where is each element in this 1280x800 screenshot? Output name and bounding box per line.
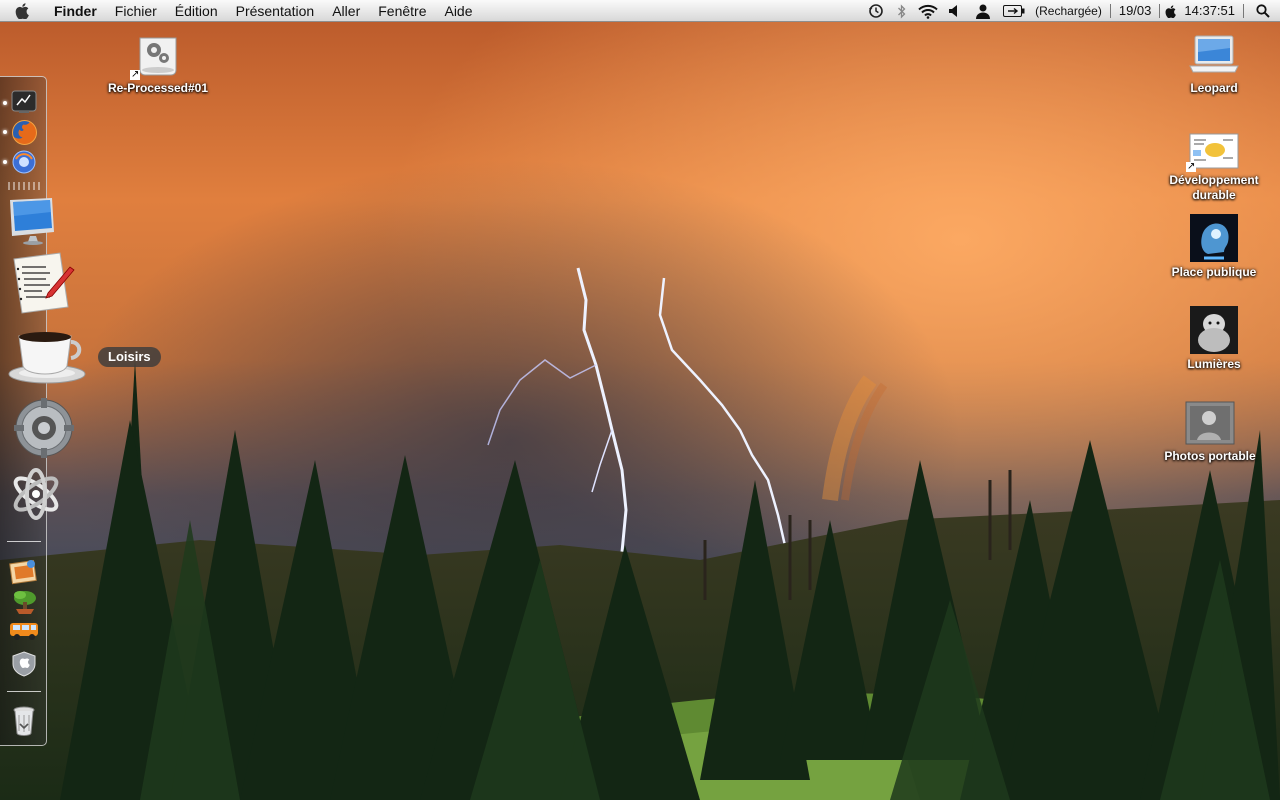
desktop-icon-leopard[interactable]: Leopard	[1168, 30, 1260, 96]
apple-clock-icon	[1162, 0, 1178, 22]
volume-icon[interactable]	[941, 0, 967, 22]
gorilla-photo-icon	[1188, 306, 1240, 354]
menu-aller[interactable]: Aller	[323, 0, 369, 22]
desktop-icon-re-processed[interactable]: ↗ Re-Processed#01	[100, 30, 216, 96]
battery-icon[interactable]	[999, 0, 1029, 22]
alias-arrow-icon: ↗	[130, 69, 141, 80]
menu-edition[interactable]: Édition	[166, 0, 227, 22]
apple-menu-icon[interactable]	[0, 0, 44, 22]
dock-imac-icon[interactable]	[6, 195, 58, 247]
dock-tooltip: Loisirs	[98, 347, 161, 367]
desktop-icon-lumieres[interactable]: Lumières	[1170, 306, 1258, 372]
dock-divider	[7, 541, 41, 542]
dock-firefox-icon[interactable]	[10, 118, 38, 146]
user-icon[interactable]	[967, 0, 999, 22]
running-indicator	[3, 160, 7, 164]
running-indicator	[3, 130, 7, 134]
desktop-icon-label: Re-Processed#01	[107, 81, 209, 95]
dock-coffee-cup-icon[interactable]	[6, 327, 90, 387]
time-machine-icon[interactable]	[863, 0, 889, 22]
dock	[0, 76, 86, 746]
dock-grip[interactable]	[8, 182, 40, 190]
status-separator	[1109, 4, 1111, 18]
desktop-icon-label: Lumières	[1187, 357, 1241, 371]
desktop-icon-label: Place publique	[1171, 265, 1257, 279]
battery-status[interactable]: (Rechargée)	[1029, 0, 1108, 22]
xray-head-icon	[1188, 214, 1240, 262]
dock-bonsai-icon[interactable]	[10, 587, 40, 617]
dock-photo-app-icon[interactable]	[8, 557, 40, 587]
menu-finder[interactable]: Finder	[44, 0, 106, 22]
desktop-icon-label: Photos portable	[1164, 449, 1256, 463]
menu-fichier[interactable]: Fichier	[106, 0, 166, 22]
menu-aide[interactable]: Aide	[435, 0, 481, 22]
dock-divider	[7, 691, 41, 692]
wallpaper	[0, 0, 1280, 800]
dock-notepad-icon[interactable]	[8, 247, 76, 317]
dock-atom-app-icon[interactable]	[8, 467, 64, 521]
dock-trash-icon[interactable]	[11, 705, 37, 737]
spotlight-search-icon[interactable]	[1246, 0, 1280, 22]
wifi-icon[interactable]	[915, 0, 941, 22]
desktop-icon-label: Leopard	[1190, 81, 1238, 95]
dock-apple-shield-icon[interactable]	[9, 649, 39, 679]
dock-system-preferences-icon[interactable]	[12, 395, 76, 461]
desktop-icon-label-line: durable	[1192, 188, 1236, 202]
photo-album-icon	[1184, 398, 1236, 446]
menu-bar: Finder Fichier Édition Présentation Alle…	[0, 0, 1280, 22]
document-icon: ↗	[1186, 122, 1240, 172]
desktop-icon-developpement-durable[interactable]: ↗ Développement durable	[1158, 122, 1270, 203]
desktop-icon-label: Développement durable	[1169, 173, 1258, 203]
laptop-icon	[1188, 30, 1240, 78]
disk-image-icon: ↗	[130, 30, 184, 80]
desktop[interactable]: Finder Fichier Édition Présentation Alle…	[0, 0, 1280, 800]
running-indicator	[3, 101, 7, 105]
desktop-icon-photos-portable[interactable]: Photos portable	[1156, 398, 1264, 464]
desktop-icon-place-publique[interactable]: Place publique	[1164, 214, 1264, 280]
desktop-icon-label-line: Développement	[1169, 173, 1259, 187]
menu-presentation[interactable]: Présentation	[227, 0, 324, 22]
alias-arrow-icon: ↗	[1186, 161, 1197, 172]
dock-dashboard-icon[interactable]	[10, 89, 38, 115]
dock-vlc-icon[interactable]	[10, 149, 38, 175]
status-separator	[1243, 4, 1244, 18]
status-separator	[1159, 4, 1161, 18]
menu-fenetre[interactable]: Fenêtre	[369, 0, 435, 22]
dock-van-icon[interactable]	[8, 617, 40, 643]
bluetooth-icon[interactable]	[889, 0, 915, 22]
date-display[interactable]: 19/03	[1113, 0, 1158, 22]
status-menus: (Rechargée) 19/03 14:37:51	[863, 0, 1280, 22]
clock-display[interactable]: 14:37:51	[1178, 0, 1241, 22]
